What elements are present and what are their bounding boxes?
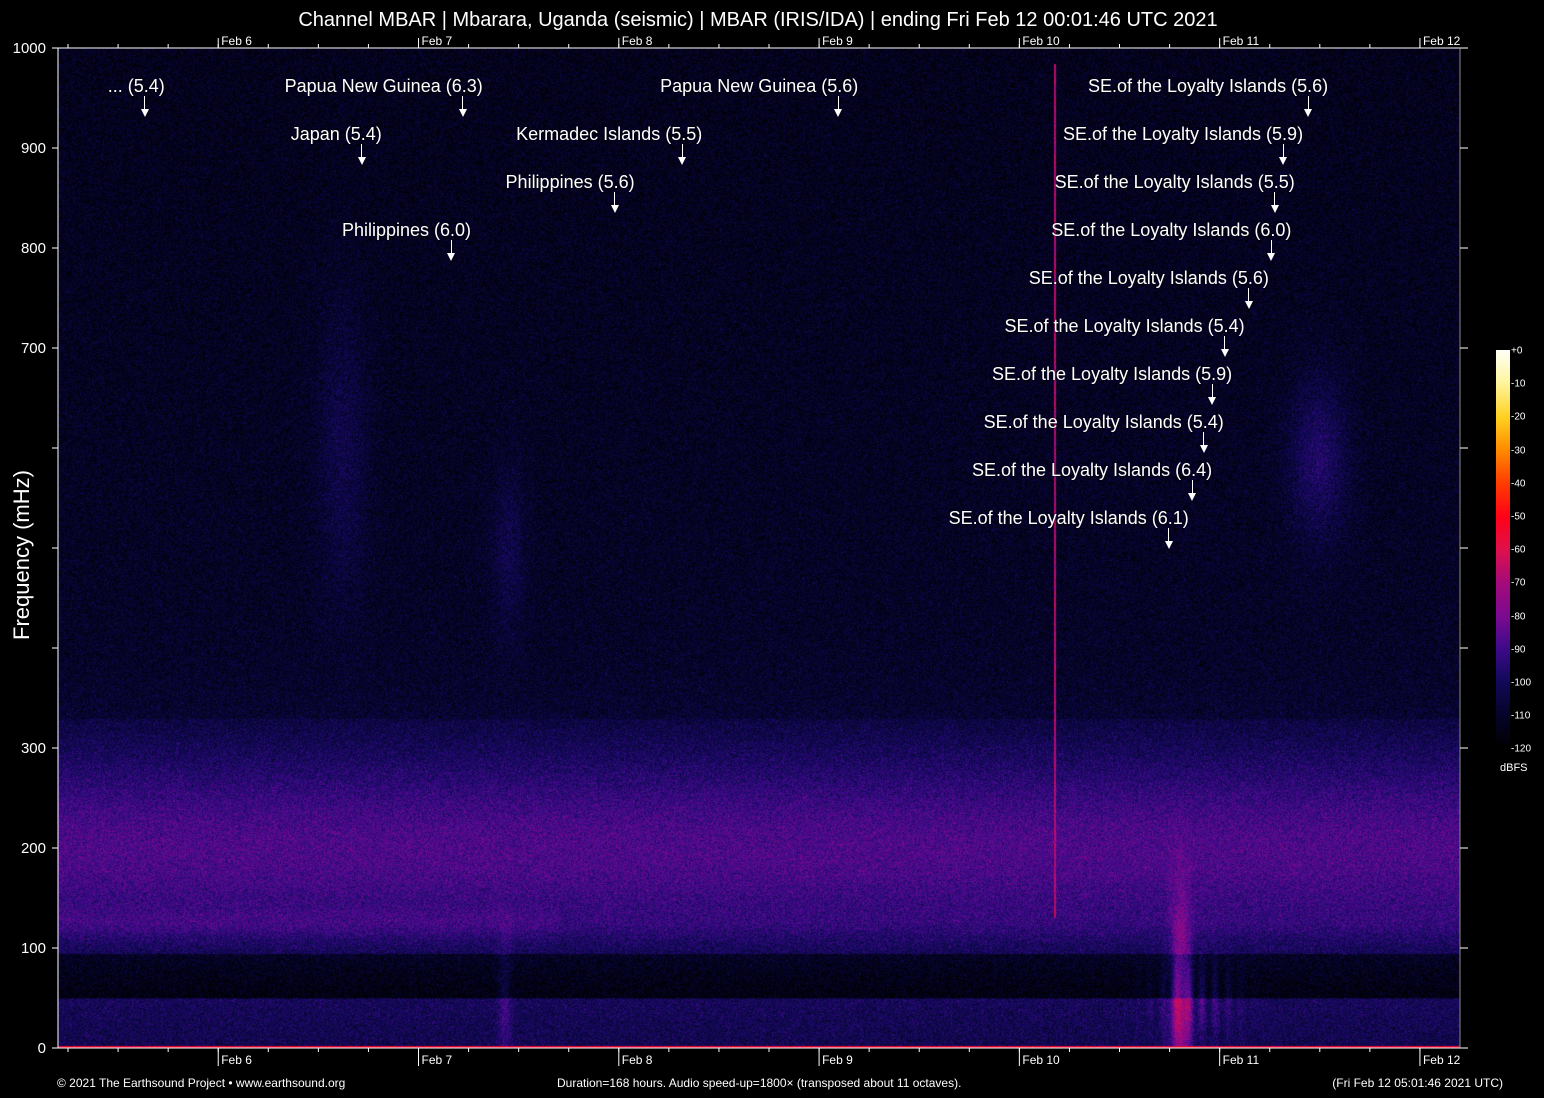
copyright: © 2021 The Earthsound Project • www.eart… — [57, 1076, 346, 1090]
x-tick-label-top: Feb 8 — [622, 34, 653, 48]
colorbar-tick-label: -60 — [1511, 544, 1526, 556]
event-label: SE.of the Loyalty Islands (5.4) — [983, 412, 1224, 432]
event-label: SE.of the Loyalty Islands (5.6) — [1087, 76, 1329, 96]
event-label: SE.of the Loyalty Islands (5.5) — [1054, 172, 1295, 192]
event-label: Philippines (5.6) — [505, 172, 635, 192]
y-tick-label: 800 — [21, 240, 46, 257]
end-time: (Fri Feb 12 05:01:46 2021 UTC) — [1332, 1076, 1503, 1090]
colorbar — [1496, 350, 1510, 748]
colorbar-tick-label: -100 — [1511, 677, 1532, 689]
colorbar-tick-label: -50 — [1511, 511, 1526, 523]
x-tick-label: Feb 8 — [622, 1053, 653, 1067]
event-label: SE.of the Loyalty Islands (6.1) — [948, 508, 1189, 528]
y-axis-label: Frequency (mHz) — [9, 470, 34, 640]
colorbar-unit: dBFS — [1500, 762, 1528, 774]
event-label: SE.of the Loyalty Islands (6.0) — [1051, 220, 1292, 240]
colorbar-tick-label: -10 — [1511, 378, 1526, 390]
event-label: Japan (5.4) — [290, 124, 382, 144]
duration-note: Duration=168 hours. Audio speed-up=1800×… — [557, 1076, 962, 1090]
x-tick-label-top: Feb 12 — [1423, 34, 1461, 48]
x-tick-label: Feb 7 — [422, 1053, 453, 1067]
y-tick-label: 100 — [21, 940, 46, 957]
x-tick-label: Feb 12 — [1423, 1053, 1461, 1067]
event-label: Kermadec Islands (5.5) — [516, 124, 703, 144]
x-tick-label: Feb 9 — [822, 1053, 853, 1067]
y-tick-label: 700 — [21, 340, 46, 357]
y-tick-label: 1000 — [13, 40, 46, 57]
x-tick-label: Feb 6 — [221, 1053, 252, 1067]
y-tick-label: 0 — [38, 1040, 46, 1057]
y-tick-label: 200 — [21, 840, 46, 857]
colorbar-tick-label: +0 — [1511, 345, 1523, 357]
event-label: Papua New Guinea (5.6) — [660, 76, 859, 96]
event-label: SE.of the Loyalty Islands (5.9) — [992, 364, 1233, 384]
colorbar-tick-label: -110 — [1511, 710, 1531, 722]
event-label: SE.of the Loyalty Islands (5.9) — [1062, 124, 1304, 144]
chart-title: Channel MBAR | Mbarara, Uganda (seismic)… — [298, 9, 1218, 31]
x-tick-label: Feb 11 — [1223, 1053, 1260, 1067]
x-tick-label-top: Feb 7 — [422, 34, 453, 48]
axes: Feb 6 Feb 6 Feb 7 Feb 7 Feb 8 Feb 8 Feb 9 Feb 9… — [13, 34, 1468, 1067]
colorbar-tick-label: -80 — [1511, 611, 1526, 623]
event-label: SE.of the Loyalty Islands (6.4) — [971, 460, 1213, 480]
x-tick-label: Feb 10 — [1022, 1053, 1060, 1067]
event-label: Papua New Guinea (6.3) — [284, 76, 483, 96]
colorbar-tick-label: -30 — [1511, 445, 1526, 457]
event-label: ... (5.4) — [107, 76, 165, 96]
x-tick-label-top: Feb 10 — [1022, 34, 1060, 48]
x-tick-label-top: Feb 6 — [221, 34, 252, 48]
colorbar-tick-label: -90 — [1511, 644, 1526, 656]
y-tick-label: 900 — [21, 140, 46, 157]
x-tick-label-top: Feb 11 — [1223, 34, 1260, 48]
y-tick-label: 300 — [21, 740, 46, 757]
colorbar-tick-label: -120 — [1511, 743, 1532, 755]
x-tick-label-top: Feb 9 — [822, 34, 853, 48]
event-label: SE.of the Loyalty Islands (5.4) — [1004, 316, 1245, 336]
colorbar-tick-label: -70 — [1511, 577, 1526, 589]
colorbar-tick-label: -20 — [1511, 411, 1526, 423]
event-label: Philippines (6.0) — [341, 220, 472, 240]
colorbar-tick-label: -40 — [1511, 478, 1526, 490]
event-label: SE.of the Loyalty Islands (5.6) — [1028, 268, 1269, 288]
